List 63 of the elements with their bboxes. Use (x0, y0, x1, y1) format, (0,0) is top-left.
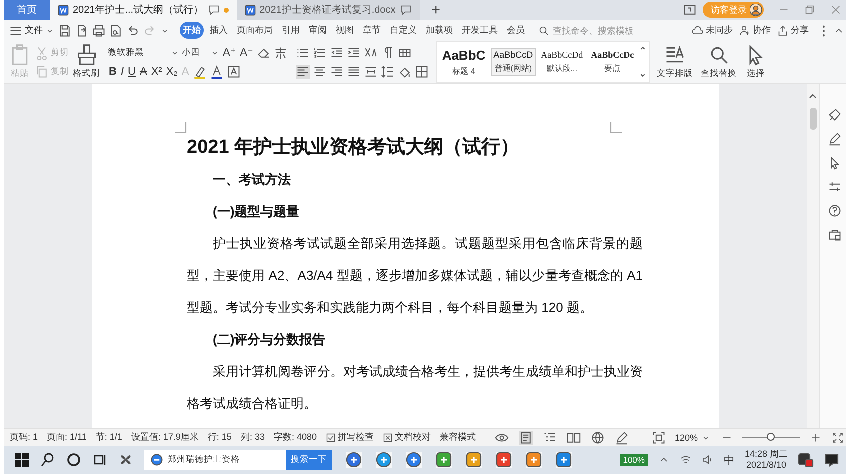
toolbar-action[interactable]: 未同步 (692, 24, 733, 38)
style-option[interactable]: AaBbCcD 普通(网站) (490, 48, 536, 76)
home-tab[interactable]: 首页 (4, 0, 50, 20)
status-text: 列: 33 (240, 431, 265, 444)
zoom-level[interactable]: 120% (674, 432, 698, 443)
section-heading: 一、考试方法 (212, 171, 292, 190)
style-option[interactable]: AaBbCcDd 默认段... (538, 48, 586, 76)
document-tab[interactable]: 2021护士资格证考试复习.docx (236, 0, 420, 20)
font-size-button[interactable]: A⁺ (222, 46, 238, 60)
ribbon-tool-button[interactable]: 选择 (744, 44, 768, 80)
status-text: 节: 1/1 (96, 431, 122, 444)
status-text: 字数: 4080 (274, 431, 317, 444)
document-title: 2021 年护士执业资格考试大纲（试行） (187, 136, 521, 160)
format-button[interactable]: X² (150, 66, 164, 78)
ribbon-tab[interactable]: 开始 (180, 22, 204, 40)
toolbar-action[interactable]: 协作 (739, 24, 771, 38)
format-button[interactable]: U (127, 66, 137, 78)
style-option[interactable]: AaBbCcDc 要点 (588, 48, 638, 76)
paragraph: 护士执业资格考试试题全部采用选择题。试题题型采用包含临床背景的题型，主要使用 A2、A3/A4 型题，逐步增加多媒体试题，辅以少量考查概念的 A1 型题。考试分专业实务和实践能力两个科目，每个科目题量为 120 题。 (187, 235, 643, 318)
status-text: 页面: 1/11 (47, 431, 87, 444)
ribbon-tab[interactable]: 自定义 (387, 22, 420, 40)
paragraph: 采用计算机阅卷评分。对考试成绩合格考生，提供考生成绩单和护士执业资格考试成绩合格证明。 (187, 363, 643, 414)
format-button[interactable]: X₂ (165, 66, 179, 78)
font-name-select[interactable]: 微软雅黑 (108, 46, 180, 59)
file-menu[interactable]: 文件 (25, 24, 43, 38)
clock-date[interactable]: 2021/8/10 (746, 460, 786, 472)
ribbon-tab[interactable]: 视图 (333, 22, 357, 40)
toolbar-action[interactable]: 分享 (777, 24, 809, 38)
status-toggle[interactable]: 文档校对 (382, 431, 431, 444)
document-tab[interactable]: 2021年护士...试大纲（试行） (50, 0, 237, 20)
battery-indicator[interactable]: 100% (620, 454, 648, 466)
status-toggle[interactable]: 拼写检查 (326, 431, 374, 444)
section-heading: (二)评分与分数报告 (212, 331, 327, 350)
clock-time[interactable]: 14:28 周二 (744, 449, 788, 460)
ribbon-tool-button[interactable]: 文字排版 (656, 44, 694, 80)
status-text: 页码: 1 (10, 431, 38, 444)
format-button[interactable]: B (108, 66, 118, 78)
command-search-field[interactable]: 查找命令、搜索模板 (538, 24, 635, 37)
ribbon-tab[interactable]: 章节 (360, 22, 384, 40)
tab-title: 2021护士资格证考试复习.docx (260, 4, 396, 17)
ribbon-tool-button[interactable]: 查找替换 (700, 44, 738, 80)
format-button[interactable]: A (138, 66, 148, 78)
ribbon-tab[interactable]: 引用 (279, 22, 303, 40)
ribbon-tab[interactable]: 加载项 (423, 22, 456, 40)
format-button[interactable]: I (120, 66, 126, 78)
font-size-select[interactable]: 小四 (182, 46, 220, 59)
web-search-field[interactable]: 郑州瑞德护士资格 (144, 450, 286, 470)
ribbon-tab[interactable]: 页面布局 (234, 22, 276, 40)
tab-title: 2021年护士...试大纲（试行） (73, 4, 204, 17)
font-size-button[interactable]: A⁻ (239, 46, 254, 60)
search-button[interactable]: 搜索一下 (286, 450, 332, 470)
style-option[interactable]: AaBbC 标题 4 (439, 46, 489, 79)
ribbon-tab[interactable]: 会员 (504, 22, 528, 40)
status-text: 行: 15 (208, 431, 232, 444)
input-method-indicator[interactable]: 中 (724, 452, 735, 468)
section-heading: (一)题型与题量 (212, 203, 301, 222)
status-text: 设置值: 17.9厘米 (131, 431, 199, 444)
new-tab-button[interactable]: + (426, 2, 447, 18)
format-painter-button[interactable]: 格式刷 (72, 44, 101, 80)
ribbon-tab[interactable]: 开发工具 (459, 22, 501, 40)
status-text: 兼容模式 (440, 431, 476, 444)
ribbon-tab[interactable]: 插入 (207, 22, 231, 40)
ribbon-tab[interactable]: 审阅 (306, 22, 330, 40)
